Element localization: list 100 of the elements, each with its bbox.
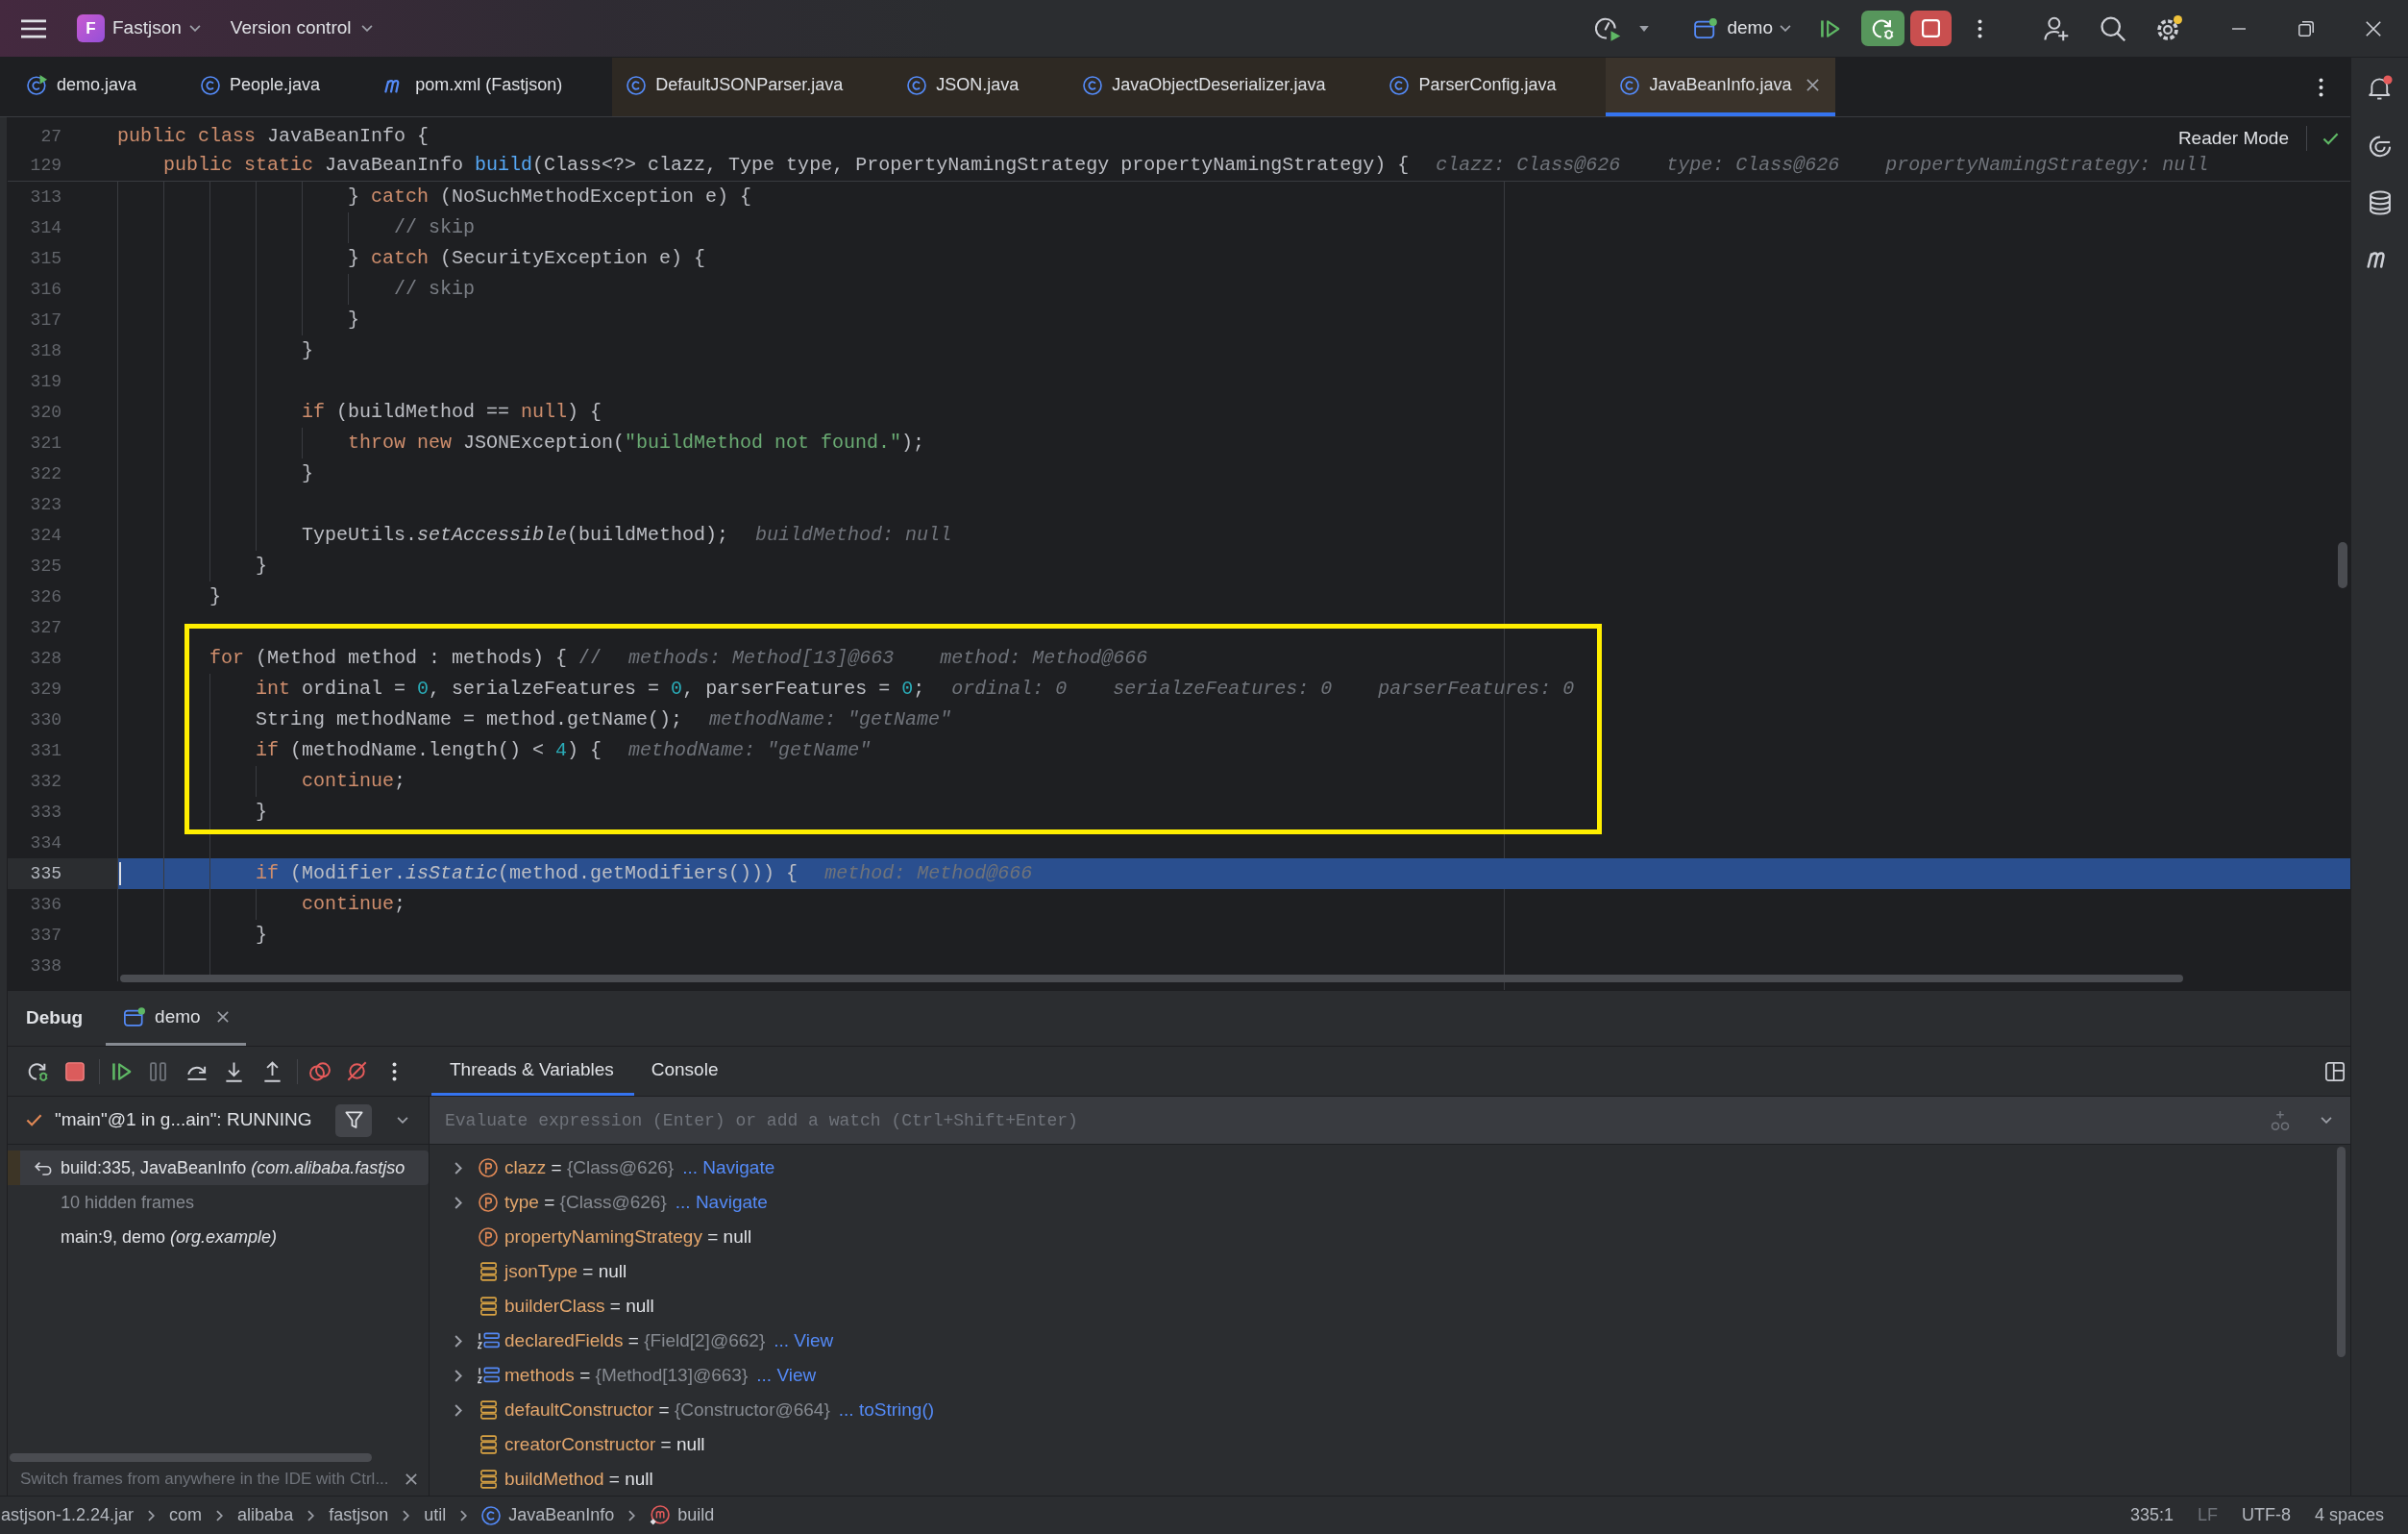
circled-c-icon (1083, 75, 1103, 95)
value-link[interactable]: ... View (756, 1361, 817, 1390)
rerun-bug-icon[interactable] (28, 1060, 49, 1082)
code-line: throw new JSONException("buildMethod not found."); (348, 431, 925, 456)
close-icon[interactable] (1806, 79, 1819, 91)
line-number: 318 (29, 339, 61, 362)
editor-tab[interactable]: JSON.java (893, 58, 1069, 116)
value-link[interactable]: ... toString() (838, 1396, 935, 1424)
circled-c-icon (1389, 75, 1410, 95)
chevron-right-icon[interactable] (455, 1161, 462, 1175)
layout-icon[interactable] (2325, 1061, 2345, 1081)
caret-down-icon[interactable] (1639, 25, 1650, 32)
database-icon[interactable] (2369, 190, 2391, 215)
line-number: 328 (29, 647, 61, 670)
chevron-right-icon[interactable] (455, 1196, 462, 1209)
editor-tab[interactable]: ParserConfig.java (1375, 58, 1607, 116)
project-selector[interactable]: Fastjson (112, 14, 201, 42)
add-user-icon[interactable] (2044, 15, 2069, 41)
vertical-scrollbar[interactable] (2337, 1147, 2346, 1357)
reader-mode-button[interactable]: Reader Mode (2177, 124, 2289, 153)
breadcrumb[interactable]: alibaba (237, 1502, 294, 1528)
code-line: } catch (NoSuchMethodException e) { (348, 185, 752, 210)
evaluate-field[interactable]: Evaluate expression (Enter) or add a watch (Ctrl+Shift+Enter) (430, 1097, 2350, 1144)
variable-value: declaredFields = {Field[2]@662} (504, 1328, 766, 1352)
line-number: 338 (29, 954, 61, 977)
panel-title: Debug (26, 1006, 84, 1030)
view-tab[interactable]: Console (633, 1047, 736, 1096)
chevron-right-icon[interactable] (455, 1369, 462, 1382)
editor-tab[interactable]: pom.xml (Fastjson) (370, 58, 613, 116)
editor-tab[interactable]: demo.java (12, 58, 187, 116)
horizontal-scrollbar[interactable] (10, 1453, 372, 1462)
chevron-right-icon[interactable] (455, 1403, 462, 1417)
code-line: } (256, 554, 267, 579)
status-item[interactable]: UTF-8 (2241, 1502, 2291, 1528)
minimize-icon[interactable] (2231, 27, 2247, 30)
value-link[interactable]: ... Navigate (675, 1188, 768, 1217)
close-icon[interactable] (405, 1472, 417, 1485)
code-line: } (256, 923, 267, 948)
vertical-scrollbar[interactable] (2338, 542, 2347, 588)
inline-value-hint: method: Method@666 (824, 861, 1033, 886)
pause-icon[interactable] (150, 1061, 166, 1081)
chevron-down-icon[interactable] (2321, 1117, 2332, 1124)
breadcrumb[interactable]: astjson-1.2.24.jar (1, 1502, 135, 1528)
chevron-down-icon[interactable] (397, 1117, 408, 1124)
resume-icon[interactable] (112, 1061, 132, 1081)
editor-tab[interactable]: JavaBeanInfo.java (1606, 58, 1835, 116)
settings-icon[interactable] (2156, 15, 2182, 41)
line-number: 329 (29, 678, 61, 701)
bell-icon[interactable] (2367, 75, 2393, 100)
close-icon[interactable] (2366, 20, 2381, 37)
value-link[interactable]: ... Navigate (682, 1153, 775, 1182)
circled-m-icon (650, 1505, 671, 1525)
menu-icon[interactable] (21, 18, 46, 38)
run-configuration-selector[interactable]: demo (1694, 14, 1791, 42)
restore-icon[interactable] (2298, 20, 2314, 37)
breadcrumb[interactable]: util (424, 1502, 447, 1528)
step-out-icon[interactable] (263, 1060, 282, 1082)
inline-value-hint: serialzeFeatures: 0 (1113, 677, 1333, 702)
search-icon[interactable] (2101, 15, 2125, 41)
spiral-icon[interactable] (2367, 135, 2393, 158)
horizontal-scrollbar[interactable] (120, 975, 2183, 982)
mute-breakpoints-icon[interactable] (347, 1061, 367, 1081)
breadcrumb[interactable]: build (650, 1502, 715, 1528)
line-number: 129 (29, 154, 61, 177)
resume-icon[interactable] (1821, 18, 1840, 38)
close-icon[interactable] (216, 1011, 229, 1023)
filter-button[interactable] (335, 1103, 372, 1137)
status-item[interactable]: 4 spaces (2314, 1502, 2384, 1528)
editor-tab[interactable]: People.java (186, 58, 371, 116)
value-link[interactable]: ... View (774, 1326, 834, 1355)
window-icon (1694, 18, 1718, 38)
stack-frame[interactable]: build:335, JavaBeanInfo (com.alibaba.fastjso (8, 1150, 429, 1185)
stop-button[interactable] (1910, 11, 1952, 46)
chevron-right-icon[interactable] (455, 1334, 462, 1348)
stop-icon (1922, 19, 1940, 37)
stack-frame[interactable]: main:9, demo (org.example) (8, 1220, 429, 1254)
line-number: 317 (29, 309, 61, 332)
breakpoints-icon[interactable] (309, 1061, 331, 1081)
gauge-play-icon[interactable] (1595, 15, 1622, 41)
vcs-selector[interactable]: Version control (230, 14, 373, 42)
editor-tab[interactable]: DefaultJSONParser.java (612, 58, 894, 116)
more-icon[interactable] (1978, 18, 1982, 38)
chevron-down-icon (360, 25, 373, 32)
inline-value-hint: propertyNamingStrategy: null (1885, 153, 2209, 178)
stack-frame[interactable]: 10 hidden frames (8, 1185, 429, 1220)
more-icon[interactable] (392, 1061, 397, 1081)
circled-c-icon (481, 1505, 502, 1525)
step-into-icon[interactable] (225, 1060, 243, 1082)
editor-tab[interactable]: JavaObjectDeserializer.java (1069, 58, 1376, 116)
stop-icon[interactable] (65, 1061, 85, 1081)
check-icon (26, 1114, 42, 1126)
breadcrumb[interactable]: fastjson (329, 1502, 389, 1528)
thread-selector[interactable]: "main"@1 in g...ain": RUNNING (55, 1106, 312, 1134)
session-tab[interactable]: demo (106, 991, 246, 1046)
more-icon[interactable] (2319, 77, 2323, 97)
status-item[interactable]: 335:1 (2129, 1502, 2174, 1528)
breadcrumb[interactable]: com (169, 1502, 203, 1528)
variable-value: clazz = {Class@626} (504, 1155, 675, 1179)
debug-button[interactable] (1861, 11, 1904, 46)
breadcrumb[interactable]: JavaBeanInfo (481, 1502, 615, 1528)
